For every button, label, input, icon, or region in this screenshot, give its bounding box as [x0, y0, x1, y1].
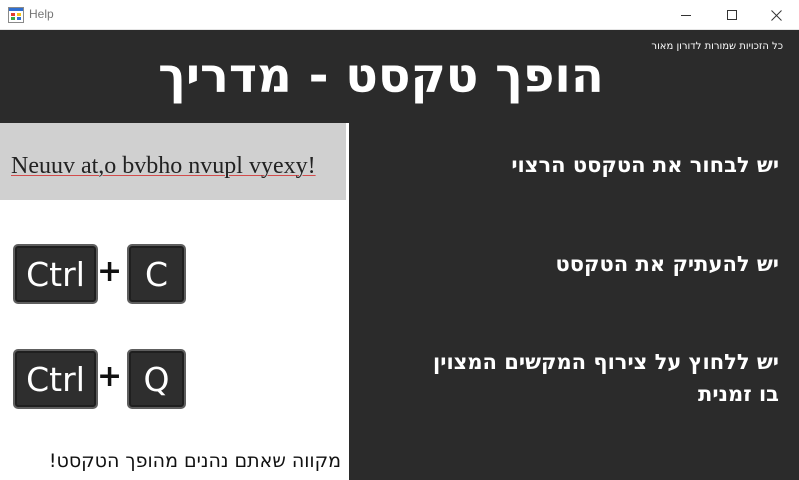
- ctrl-key-2: Ctrl: [13, 349, 98, 409]
- page-title: הופך טקסט - מדריך: [158, 48, 604, 104]
- step-copy-text: יש להעתיק את הטקסט: [556, 248, 779, 280]
- plus-sign-2: +: [97, 359, 123, 394]
- window-title: Help: [29, 7, 54, 21]
- example-panel: Neuuv at,o bvbho nvupl vyexy! Ctrl + C C…: [0, 123, 349, 480]
- close-icon: [770, 9, 782, 21]
- maximize-button[interactable]: [709, 0, 755, 30]
- sample-text: Neuuv at,o bvbho nvupl vyexy!: [11, 153, 316, 179]
- step-2-line-1: יש להעתיק את הטקסט: [555, 252, 779, 276]
- c-key: C: [127, 244, 186, 304]
- maximize-icon: [727, 10, 737, 20]
- step-select-text: יש לבחור את הטקסט הרצוי: [511, 149, 779, 181]
- closing-message: מקווה שאתם נהנים מהופך הטקסט!: [48, 450, 341, 472]
- step-3-line-1: יש ללחוץ על צירוף המקשים המצוין: [433, 350, 779, 374]
- step-1-line-1: יש לבחור את הטקסט הרצוי: [511, 153, 779, 177]
- minimize-icon: [681, 15, 691, 16]
- ctrl-key-1: Ctrl: [13, 244, 98, 304]
- step-press-shortcut: יש ללחוץ על צירוף המקשים המצוין בו זמנית: [433, 346, 779, 410]
- step-3-line-2: בו זמנית: [698, 382, 779, 406]
- plus-sign-1: +: [97, 254, 123, 289]
- title-bar: Help: [0, 0, 799, 30]
- close-button[interactable]: [753, 0, 799, 30]
- minimize-button[interactable]: [663, 0, 709, 30]
- help-window-content: כל הזכויות שמורות לדורון מאור הופך טקסט …: [0, 30, 799, 480]
- q-key: Q: [127, 349, 186, 409]
- sample-text-box: Neuuv at,o bvbho nvupl vyexy!: [0, 123, 346, 200]
- app-form-icon[interactable]: [8, 7, 24, 23]
